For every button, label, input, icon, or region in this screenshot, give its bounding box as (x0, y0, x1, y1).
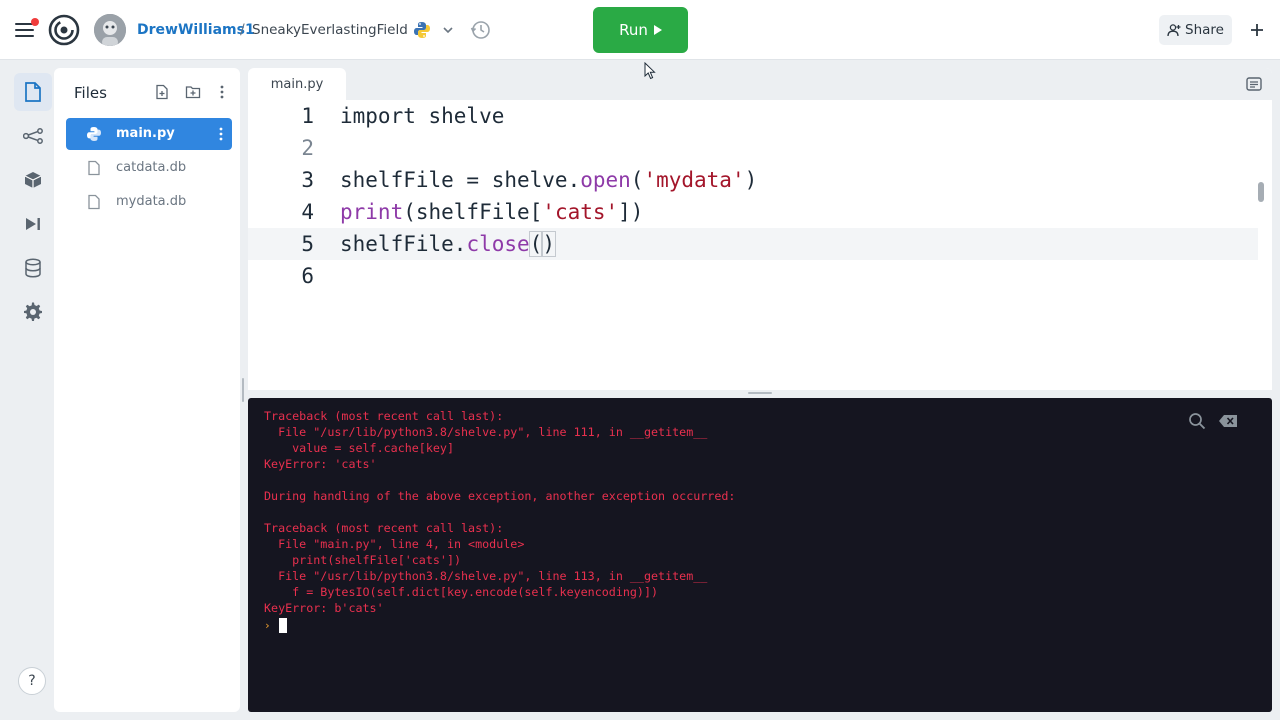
share-button[interactable]: Share (1159, 15, 1232, 45)
avatar-image (94, 14, 126, 46)
code-area[interactable]: 1 import shelve 2 3 shelfFile = shelve.o… (248, 100, 1258, 390)
code-text: import shelve (340, 104, 505, 128)
play-icon (653, 25, 662, 35)
file-item-mydata-db[interactable]: mydata.db (66, 186, 232, 218)
rail-debugger-button[interactable] (14, 205, 52, 243)
line-number: 1 (301, 104, 314, 128)
rail-files-button[interactable] (14, 73, 52, 111)
rail-git-button[interactable] (14, 117, 52, 155)
user-avatar[interactable] (94, 14, 126, 46)
files-panel-title: Files (74, 84, 107, 102)
file-name: catdata.db (116, 160, 187, 175)
notification-dot (31, 18, 39, 26)
search-icon[interactable] (1188, 412, 1206, 430)
help-button[interactable]: ? (18, 667, 46, 695)
new-folder-icon[interactable] (185, 84, 201, 100)
code-text: print(shelfFile['cats']) (340, 200, 644, 224)
code-editor: main.py 1 import shelve 2 3 shelfFile = … (248, 68, 1272, 390)
run-button-label: Run (619, 21, 648, 39)
code-line: 6 (248, 260, 1258, 292)
rail-settings-button[interactable] (14, 293, 52, 331)
rail-packages-button[interactable] (14, 161, 52, 199)
editor-tab-bar: main.py (248, 68, 1272, 100)
breadcrumb-separator: / (240, 22, 245, 38)
replit-logo-icon[interactable] (48, 14, 80, 46)
files-panel: Files main.py catdata.db mydata.db (54, 68, 240, 712)
code-text: shelfFile.close() (340, 231, 556, 257)
code-line: 2 (248, 132, 1258, 164)
code-text: shelfFile = shelve.open('mydata') (340, 168, 758, 192)
package-icon (24, 172, 42, 188)
editor-scrollbar-thumb[interactable] (1258, 182, 1264, 202)
step-forward-icon (26, 218, 40, 230)
tab-main-py[interactable]: main.py (248, 68, 346, 100)
history-icon[interactable] (470, 19, 492, 41)
breadcrumb-repl-name[interactable]: SneakyEverlastingField (252, 22, 408, 38)
chevron-down-icon[interactable] (442, 24, 454, 36)
python-language-icon[interactable] (413, 21, 431, 39)
line-number: 5 (301, 232, 314, 256)
add-person-icon (1167, 24, 1181, 37)
breadcrumb-username[interactable]: DrewWilliams1 (137, 22, 255, 38)
console-panel[interactable]: Traceback (most recent call last): File … (248, 398, 1272, 712)
line-number: 4 (301, 200, 314, 224)
line-number: 2 (301, 136, 314, 160)
line-number: 3 (301, 168, 314, 192)
code-line: 3 shelfFile = shelve.open('mydata') (248, 164, 1258, 196)
code-line: 1 import shelve (248, 100, 1258, 132)
file-icon (88, 194, 100, 210)
code-line: 4 print(shelfFile['cats']) (248, 196, 1258, 228)
file-item-catdata-db[interactable]: catdata.db (66, 152, 232, 184)
prompt-symbol: › (264, 618, 271, 632)
hamburger-menu-icon[interactable] (14, 18, 39, 40)
console-resize-handle[interactable] (748, 392, 772, 394)
rail-database-button[interactable] (14, 249, 52, 287)
tool-rail: ? (6, 68, 54, 712)
new-file-icon[interactable] (154, 84, 170, 100)
console-prompt[interactable]: › (264, 617, 287, 633)
code-line-current: 5 shelfFile.close() (248, 228, 1258, 260)
file-icon (25, 82, 41, 102)
file-name: main.py (116, 126, 175, 141)
more-options-icon[interactable] (214, 84, 230, 100)
version-control-icon (23, 128, 43, 144)
text-cursor (278, 617, 287, 633)
console-output: Traceback (most recent call last): File … (264, 409, 736, 615)
panel-resize-handle[interactable] (242, 378, 244, 402)
share-button-label: Share (1185, 22, 1224, 38)
line-number: 6 (301, 264, 314, 288)
gear-icon (24, 302, 42, 321)
run-button[interactable]: Run (593, 7, 688, 53)
editor-menu-icon[interactable] (1246, 77, 1262, 91)
clear-console-icon[interactable] (1218, 414, 1238, 428)
mouse-pointer-icon (644, 62, 656, 80)
file-item-main-py[interactable]: main.py (66, 118, 232, 150)
file-name: mydata.db (116, 194, 187, 209)
file-options-icon[interactable] (218, 126, 224, 142)
top-bar: DrewWilliams1 / SneakyEverlastingField R… (0, 0, 1280, 60)
database-icon (25, 258, 41, 278)
python-file-icon (87, 127, 101, 141)
file-icon (88, 160, 100, 176)
plus-icon[interactable] (1246, 19, 1268, 41)
